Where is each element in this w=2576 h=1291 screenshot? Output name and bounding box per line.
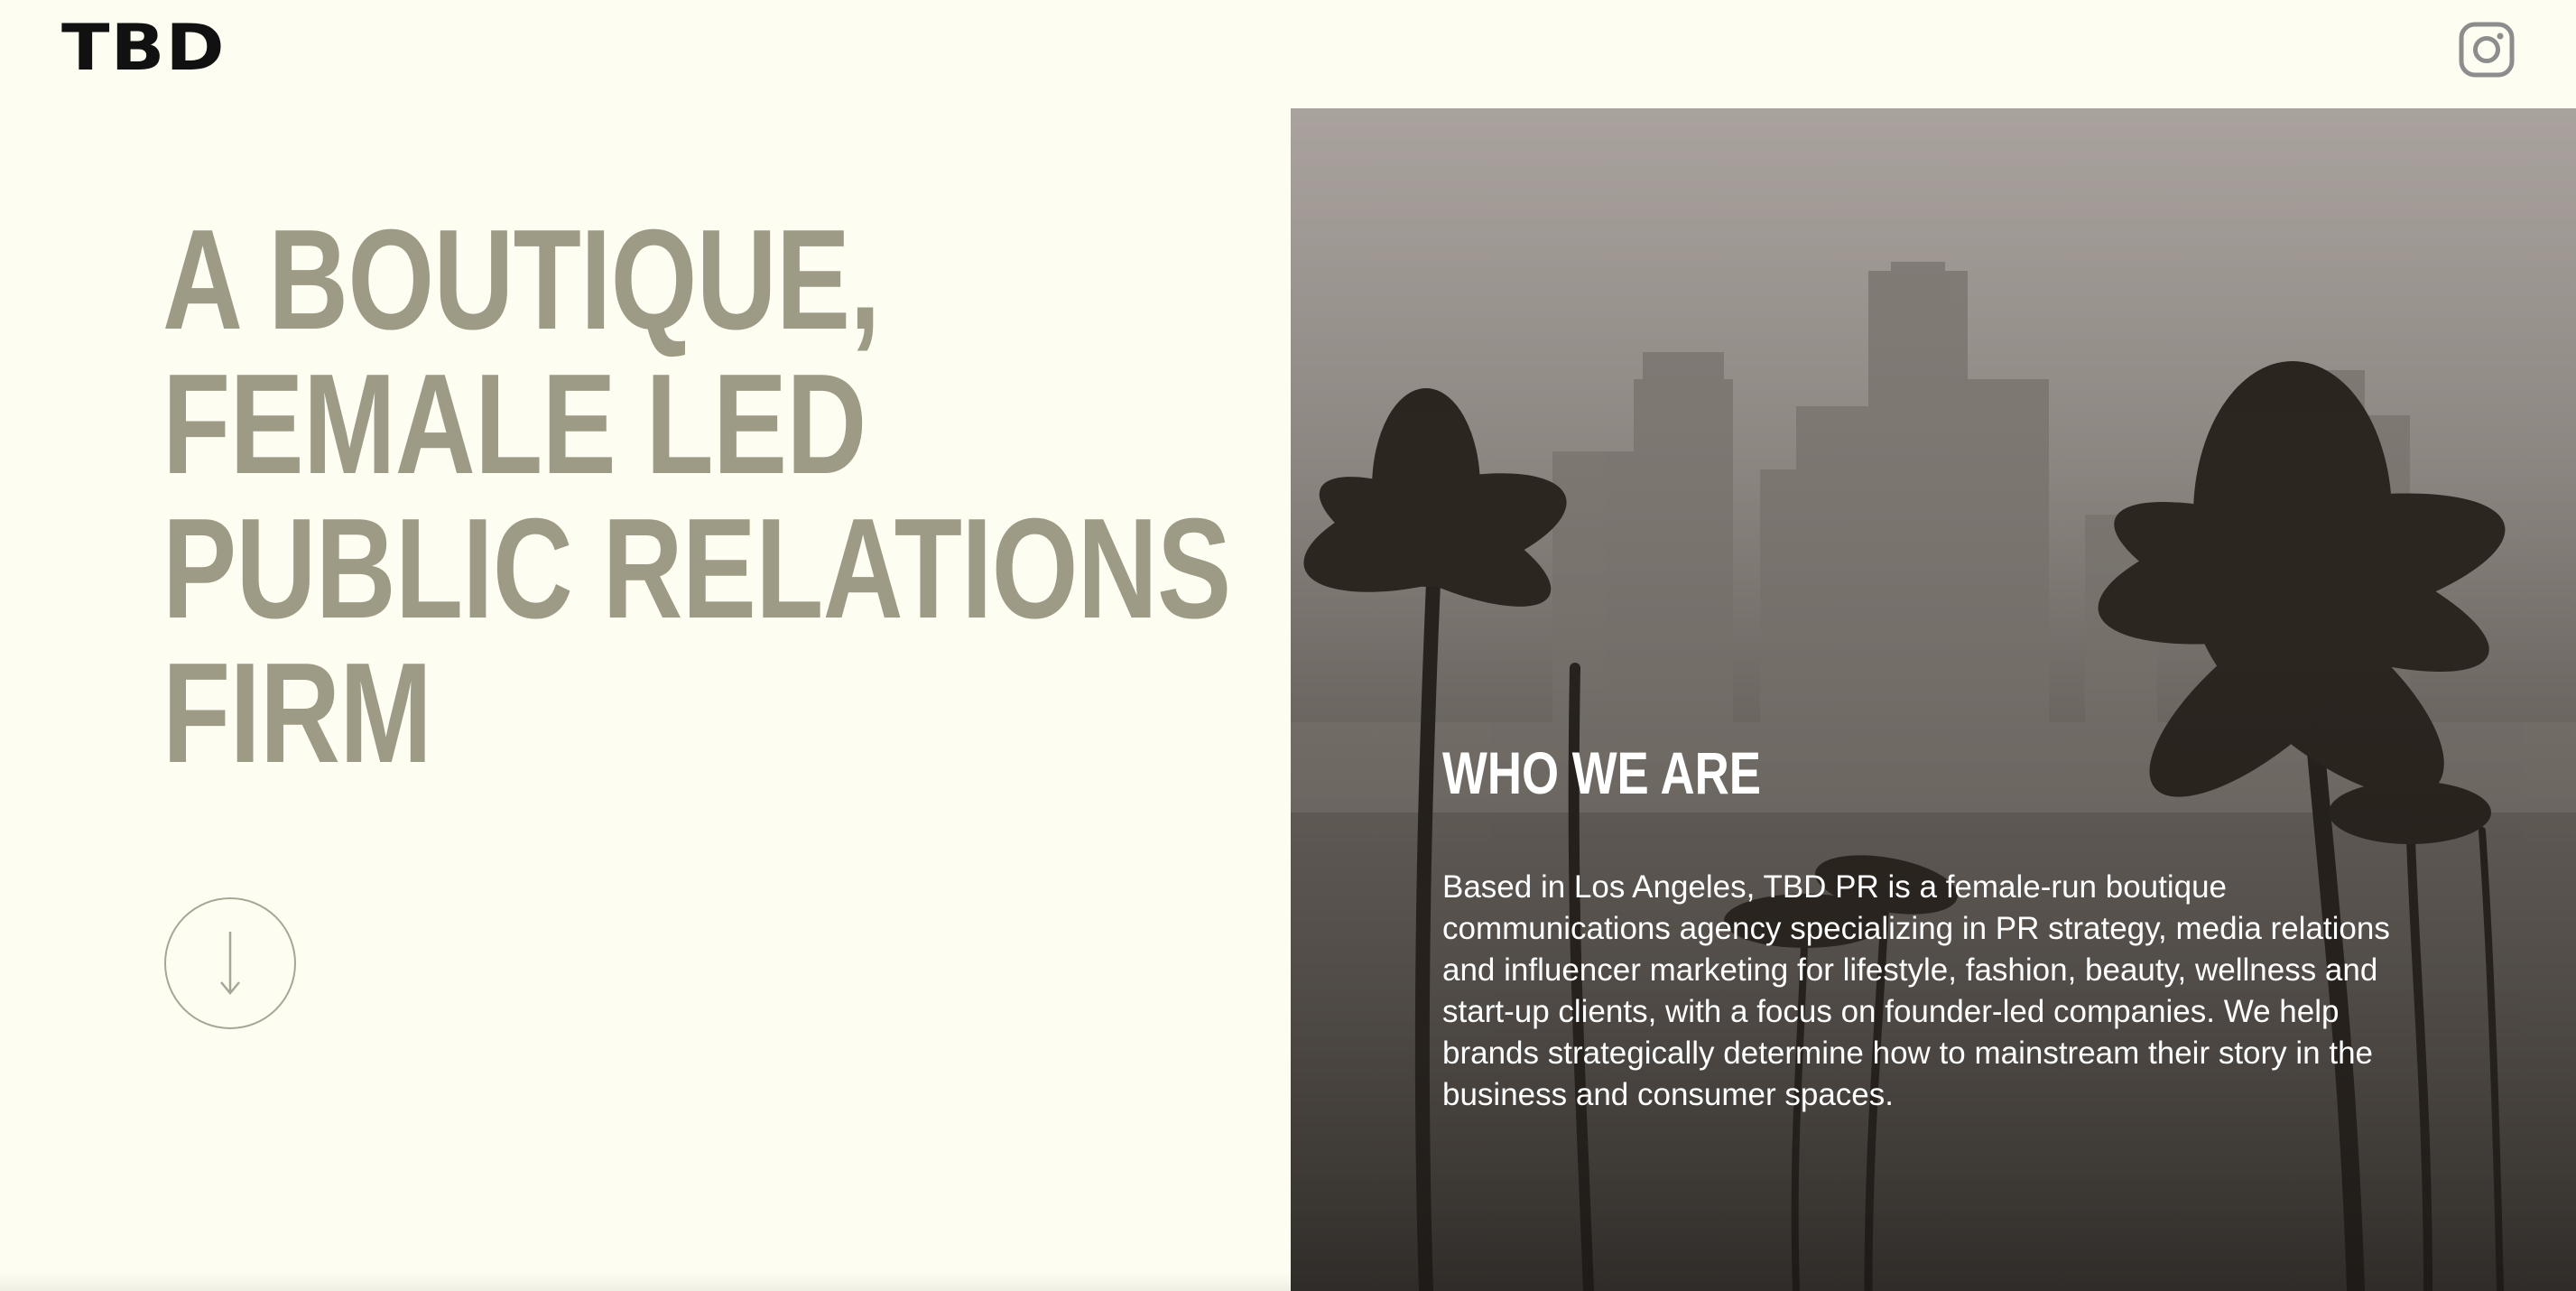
arrow-down-icon (220, 932, 240, 995)
about-description: Based in Los Angeles, TBD PR is a female… (1442, 869, 2390, 1112)
logo[interactable]: TBD (61, 16, 226, 79)
bottom-shadow (0, 1273, 1291, 1291)
hero-line: FEMALE LED (162, 345, 866, 504)
hero-line: PUBLIC RELATIONS (162, 489, 1231, 648)
section-title: WHO WE ARE (1442, 739, 1761, 806)
instagram-icon[interactable] (2459, 22, 2515, 78)
hero-line: A BOUTIQUE, (162, 200, 881, 359)
hero-line: FIRM (162, 634, 432, 793)
scroll-down-button[interactable] (164, 897, 296, 1029)
hero-heading: A BOUTIQUE, FEMALE LED PUBLIC RELATIONS … (162, 200, 1231, 793)
